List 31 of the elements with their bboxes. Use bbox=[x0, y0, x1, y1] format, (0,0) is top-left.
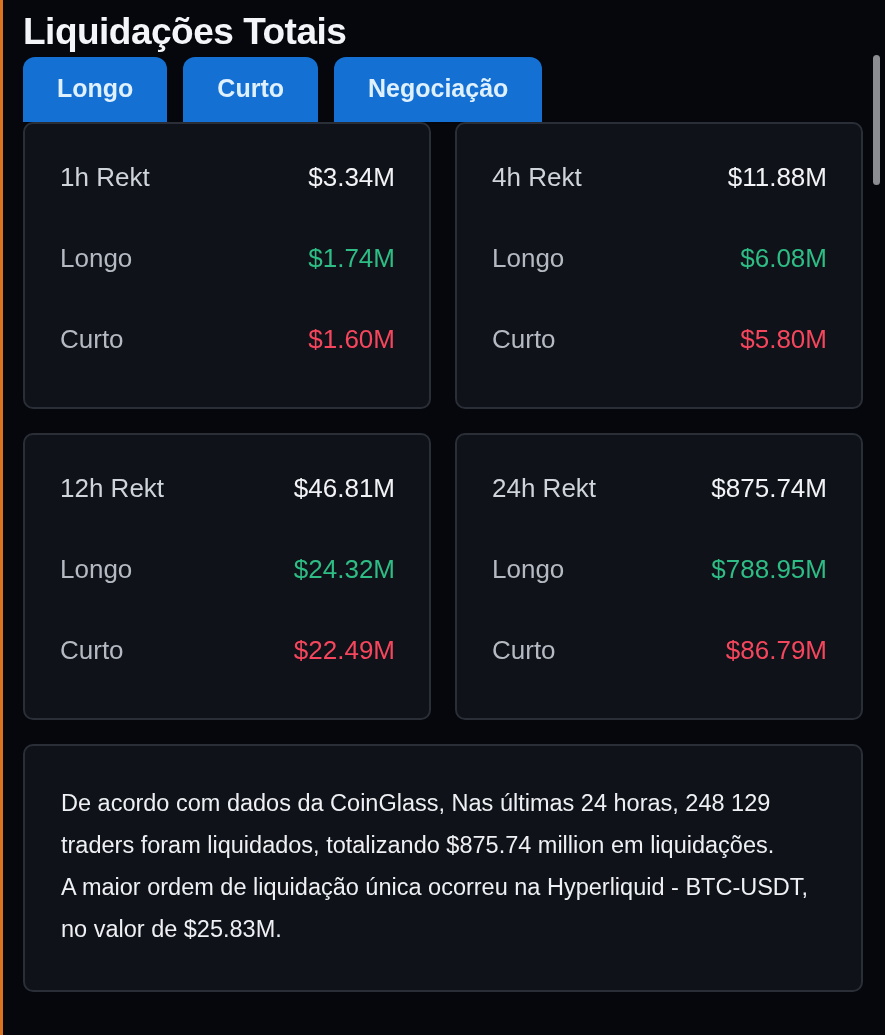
stat-label: 12h Rekt bbox=[60, 471, 165, 505]
stat-label: Longo bbox=[492, 241, 565, 275]
stat-label: 1h Rekt bbox=[60, 160, 150, 194]
stat-label: Curto bbox=[492, 322, 556, 356]
stat-value: $3.34M bbox=[308, 160, 395, 194]
stat-label: Longo bbox=[60, 241, 133, 275]
tab[interactable]: Curto bbox=[183, 56, 318, 122]
stat-value: $11.88M bbox=[727, 160, 827, 194]
tab[interactable]: Negociação bbox=[334, 56, 543, 122]
stat-value: $875.74M bbox=[711, 471, 827, 505]
page-title: Liquidações Totais bbox=[23, 12, 348, 53]
stat-value: $24.32M bbox=[293, 552, 395, 586]
scrollbar-thumb[interactable] bbox=[873, 55, 880, 185]
stat-value: $1.60M bbox=[308, 322, 395, 356]
stat-label: Longo bbox=[60, 552, 133, 586]
stat-value: $5.80M bbox=[740, 322, 827, 356]
stat-label: Curto bbox=[60, 322, 124, 356]
stat-label: 4h Rekt bbox=[492, 160, 582, 194]
stat-value: $788.95M bbox=[711, 552, 827, 586]
summary-text: De acordo com dados da CoinGlass, Nas últimas 24 horas, 248 129 traders foram liquidados, totalizando $875.74 million em liquidações. bbox=[61, 788, 776, 860]
stat-value: $6.08M bbox=[740, 241, 827, 275]
tab[interactable]: Longo bbox=[23, 56, 168, 122]
stat-value: $1.74M bbox=[308, 241, 395, 275]
stat-value: $22.49M bbox=[293, 633, 395, 667]
stat-label: Curto bbox=[492, 633, 556, 667]
summary-text: A maior ordem de liquidação única ocorreu na Hyperliquid - BTC-USDT, no valor de $25.83M. bbox=[61, 872, 810, 944]
stat-value: $86.79M bbox=[725, 633, 827, 667]
stat-label: Curto bbox=[60, 633, 124, 667]
stat-label: 24h Rekt bbox=[492, 471, 597, 505]
stat-label: Longo bbox=[492, 552, 565, 586]
stat-value: $46.81M bbox=[293, 471, 395, 505]
